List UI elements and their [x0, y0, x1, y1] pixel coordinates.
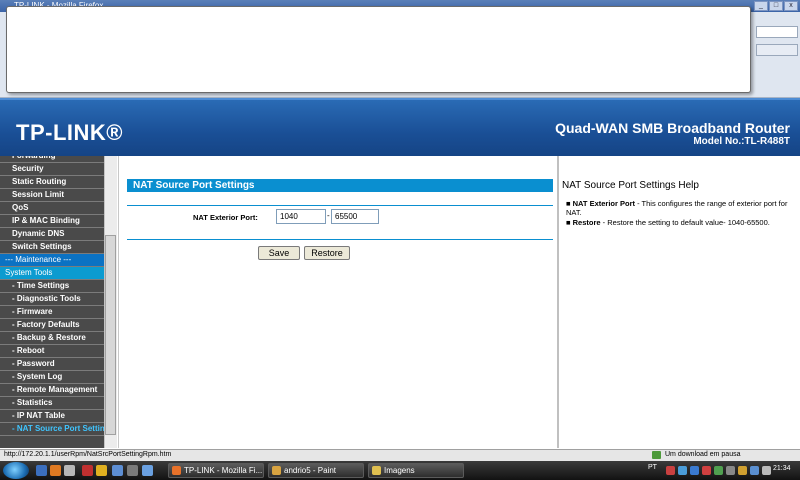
tray-icon[interactable]	[666, 466, 675, 475]
sidebar-item[interactable]: - NAT Source Port Settings	[0, 423, 104, 436]
sidebar-item[interactable]: Dynamic DNS	[0, 228, 104, 241]
top-divider	[127, 205, 553, 206]
download-icon[interactable]	[652, 451, 661, 459]
status-url: http://172.20.1.1/userRpm/NatSrcPortSett…	[4, 451, 172, 458]
tray-icon-5[interactable]	[714, 466, 723, 475]
sidebar-menu: ForwardingSecurityStatic RoutingSession …	[0, 156, 104, 448]
paint-task-icon	[272, 466, 281, 475]
tray-icon-4[interactable]	[702, 466, 711, 475]
app-icon-2[interactable]	[96, 465, 107, 476]
product-name: Quad-WAN SMB Broadband Router	[555, 120, 790, 136]
bookmark-fragment[interactable]	[756, 44, 798, 56]
app-icon[interactable]	[82, 465, 93, 476]
sidebar-item[interactable]: - Firmware	[0, 306, 104, 319]
sidebar-item[interactable]: - Backup & Restore	[0, 332, 104, 345]
sidebar-item[interactable]: - IP NAT Table	[0, 410, 104, 423]
sidebar-item[interactable]: IP & MAC Binding	[0, 215, 104, 228]
sidebar-item[interactable]: - Remote Management	[0, 384, 104, 397]
sidebar-item[interactable]: System Tools	[0, 267, 104, 280]
sidebar-item[interactable]: Static Routing	[0, 176, 104, 189]
volume-icon[interactable]	[762, 466, 771, 475]
help-item-2: ■ Restore - Restore the setting to defau…	[566, 218, 798, 227]
sidebar-item[interactable]: Forwarding	[0, 156, 104, 163]
help-text: - Restore the setting to default value- …	[600, 218, 770, 227]
firefox-task-icon	[172, 466, 181, 475]
start-button-icon[interactable]	[3, 462, 29, 479]
help-term: Restore	[572, 218, 601, 227]
tray-icon-2[interactable]	[678, 466, 687, 475]
task-label: TP-LINK - Mozilla Fi...	[184, 466, 263, 475]
sidebar-scrollbar-thumb[interactable]	[105, 235, 116, 435]
sidebar-item[interactable]: - Password	[0, 358, 104, 371]
help-term: NAT Exterior Port	[572, 199, 635, 208]
sidebar-item[interactable]: - System Log	[0, 371, 104, 384]
network-icon[interactable]	[750, 466, 759, 475]
task-label: Imagens	[384, 466, 415, 475]
app-icon-3[interactable]	[112, 465, 123, 476]
clock[interactable]: 21:34	[773, 465, 791, 472]
tray-icon-6[interactable]	[726, 466, 735, 475]
blank-popup-overlay	[6, 6, 751, 93]
tray-icon-3[interactable]	[690, 466, 699, 475]
minimize-button[interactable]: _	[754, 1, 768, 11]
desktop-icon[interactable]	[64, 465, 75, 476]
sidebar-item[interactable]: Session Limit	[0, 189, 104, 202]
window-buttons: _ □ x	[754, 0, 798, 12]
section-title: NAT Source Port Settings	[127, 179, 553, 192]
explorer-icon[interactable]	[36, 465, 47, 476]
help-title: NAT Source Port Settings Help	[562, 180, 699, 191]
help-item-1: ■ NAT Exterior Port - This configures th…	[566, 199, 798, 217]
save-button[interactable]: Save	[258, 246, 300, 260]
port-to-input[interactable]	[331, 209, 379, 224]
port-separator: -	[327, 211, 330, 220]
model-number: Model No.:TL-R488T	[693, 136, 790, 147]
nat-exterior-port-label: NAT Exterior Port:	[193, 213, 258, 222]
tray-icon-7[interactable]	[738, 466, 747, 475]
bottom-divider	[127, 239, 553, 240]
help-bullet: ■	[566, 199, 573, 208]
sidebar-item[interactable]: Security	[0, 163, 104, 176]
taskbar-item-firefox[interactable]: TP-LINK - Mozilla Fi...	[168, 463, 264, 478]
sidebar-item[interactable]: - Statistics	[0, 397, 104, 410]
taskbar-item-paint[interactable]: andrio5 - Paint	[268, 463, 364, 478]
download-status[interactable]: Um download em pausa	[665, 451, 741, 458]
close-button[interactable]: x	[784, 1, 798, 11]
language-indicator[interactable]: PT	[648, 464, 657, 471]
browser-toolbar-right	[756, 26, 798, 96]
maximize-button[interactable]: □	[769, 1, 783, 11]
restore-button[interactable]: Restore	[304, 246, 350, 260]
sidebar-item: --- Maintenance ---	[0, 254, 104, 267]
port-from-input[interactable]	[276, 209, 326, 224]
sidebar-item[interactable]: - Reboot	[0, 345, 104, 358]
task-label: andrio5 - Paint	[284, 466, 337, 475]
firefox-icon[interactable]	[50, 465, 61, 476]
main-content	[118, 156, 557, 448]
app-icon-4[interactable]	[127, 465, 138, 476]
sidebar-item[interactable]: Switch Settings	[0, 241, 104, 254]
folder-task-icon	[372, 466, 381, 475]
sidebar-item[interactable]: QoS	[0, 202, 104, 215]
help-bullet: ■	[566, 218, 573, 227]
search-box-fragment[interactable]	[756, 26, 798, 38]
sidebar-item[interactable]: - Time Settings	[0, 280, 104, 293]
taskbar-item-folder[interactable]: Imagens	[368, 463, 464, 478]
sidebar-item[interactable]: - Factory Defaults	[0, 319, 104, 332]
tplink-logo: TP-LINK®	[16, 120, 123, 145]
app-icon-5[interactable]	[142, 465, 153, 476]
sidebar-item[interactable]: - Diagnostic Tools	[0, 293, 104, 306]
